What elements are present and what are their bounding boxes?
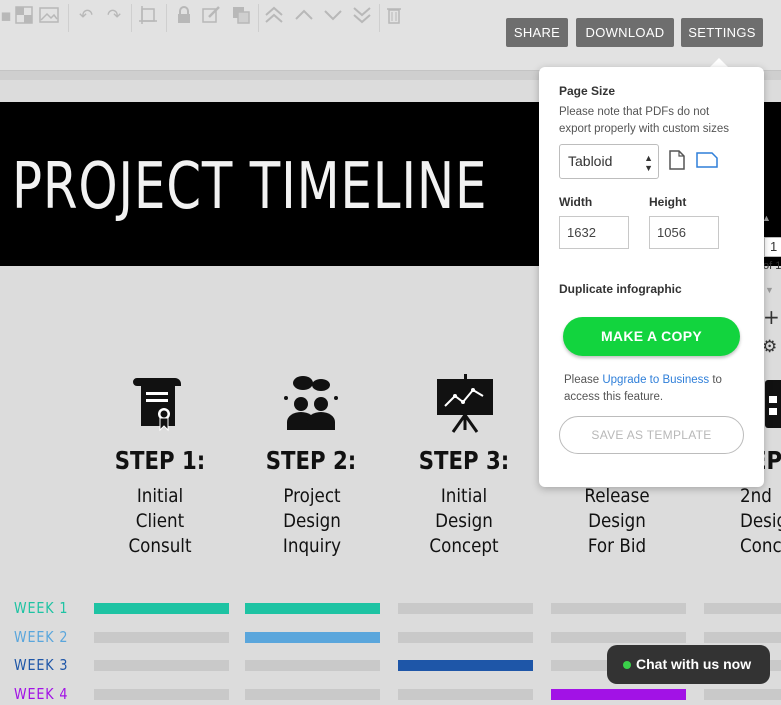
move-down-icon[interactable] [323, 6, 343, 26]
checkerboard-icon[interactable] [14, 6, 34, 26]
page-count: of 1 [763, 260, 781, 272]
crop-icon[interactable] [138, 6, 158, 26]
save-as-template-button[interactable]: SAVE AS TEMPLATE [559, 416, 744, 454]
step-title[interactable]: STEP 2: [247, 446, 375, 475]
week-bar[interactable] [398, 632, 533, 643]
week-bar[interactable] [398, 660, 533, 671]
make-copy-button[interactable]: MAKE A COPY [563, 317, 740, 356]
portrait-orientation-icon[interactable] [669, 150, 685, 170]
lock-icon[interactable] [174, 6, 194, 26]
undo-icon[interactable]: ↶ [76, 6, 96, 26]
step-description[interactable]: Initial Design Concept [398, 484, 530, 559]
duplicate-heading: Duplicate infographic [559, 282, 682, 296]
redo-icon[interactable]: ↷ [104, 6, 124, 26]
page-size-note: Please note that PDFs do not export prop… [559, 106, 730, 135]
toolbar: ▪ ↶ ↷ SHARE DOWNLOAD SETTINGS [0, 0, 781, 70]
step-title[interactable]: STEP 3: [400, 446, 528, 475]
width-label: Width [559, 195, 593, 209]
people-discussion-icon[interactable] [281, 374, 341, 434]
week-bar[interactable] [704, 689, 781, 700]
download-button[interactable]: DOWNLOAD [576, 18, 674, 47]
week-bar[interactable] [398, 689, 533, 700]
week-label[interactable]: WEEK 3 [14, 656, 74, 674]
height-label: Height [649, 195, 687, 209]
width-input[interactable]: 1632 [559, 216, 629, 249]
chat-widget-button[interactable]: Chat with us now [607, 645, 770, 684]
settings-popover: Page Size Please note that PDFs do not e… [539, 67, 764, 487]
step-description[interactable]: Project Design Inquiry [246, 484, 378, 559]
week-bar[interactable] [245, 660, 380, 671]
gear-icon[interactable]: ⚙ [762, 337, 777, 357]
week-bar[interactable] [94, 689, 229, 700]
week-bar[interactable] [94, 632, 229, 643]
page-size-heading: Page Size [559, 84, 616, 98]
move-up-icon[interactable] [294, 6, 314, 26]
infographic-title[interactable]: PROJECT TIMELINE [12, 150, 487, 224]
trash-icon[interactable] [384, 6, 404, 26]
upgrade-note: Please Upgrade to Business to access thi… [564, 374, 722, 403]
page-down-icon[interactable]: ▼ [765, 285, 774, 295]
week-bar[interactable] [94, 603, 229, 614]
landscape-orientation-icon[interactable] [696, 152, 718, 168]
toolbar-separator [68, 4, 69, 32]
add-page-icon[interactable]: + [763, 305, 780, 329]
week-bar[interactable] [245, 632, 380, 643]
duplicate-icon[interactable] [231, 6, 251, 26]
toolbar-separator [166, 4, 167, 32]
height-input[interactable]: 1056 [649, 216, 719, 249]
week-label[interactable]: WEEK 2 [14, 628, 74, 646]
chat-label: Chat with us now [636, 656, 752, 672]
step-title[interactable]: STEP 1: [96, 446, 224, 475]
certificate-icon[interactable] [131, 374, 191, 434]
edit-icon[interactable] [201, 6, 221, 26]
week-bar[interactable] [704, 603, 781, 614]
toolbar-separator [258, 4, 259, 32]
toolbar-separator [131, 4, 132, 32]
week-label[interactable]: WEEK 4 [14, 685, 74, 703]
step-description[interactable]: 2ndDesigConce [740, 484, 781, 559]
week-bar[interactable] [245, 603, 380, 614]
page-number-input[interactable]: 1 [764, 237, 781, 257]
week-bar[interactable] [551, 603, 686, 614]
week-bar[interactable] [94, 660, 229, 671]
week-bar[interactable] [704, 632, 781, 643]
page-size-select[interactable]: Tabloid ▲ ▼ [559, 144, 659, 179]
bring-to-front-icon[interactable] [264, 6, 284, 26]
select-arrows-icon: ▲ ▼ [644, 153, 653, 173]
presentation-board-icon[interactable] [435, 374, 495, 434]
settings-button[interactable]: SETTINGS [681, 18, 763, 47]
step-description[interactable]: Release Design For Bid [551, 484, 683, 559]
online-status-dot [623, 661, 631, 669]
upgrade-link[interactable]: Upgrade to Business [602, 374, 709, 386]
share-button[interactable]: SHARE [506, 18, 568, 47]
page-tools: ▲ 1 of 1 ▼ + ⚙ [762, 205, 781, 365]
week-label[interactable]: WEEK 1 [14, 599, 74, 617]
calendar-icon[interactable] [763, 374, 781, 434]
send-to-back-icon[interactable] [352, 6, 372, 26]
week-bar[interactable] [398, 603, 533, 614]
week-bar[interactable] [551, 632, 686, 643]
week-bar[interactable] [245, 689, 380, 700]
image-icon[interactable] [39, 6, 59, 26]
step-description[interactable]: Initial Client Consult [94, 484, 226, 559]
week-bar[interactable] [551, 689, 686, 700]
toolbar-separator [379, 4, 380, 32]
